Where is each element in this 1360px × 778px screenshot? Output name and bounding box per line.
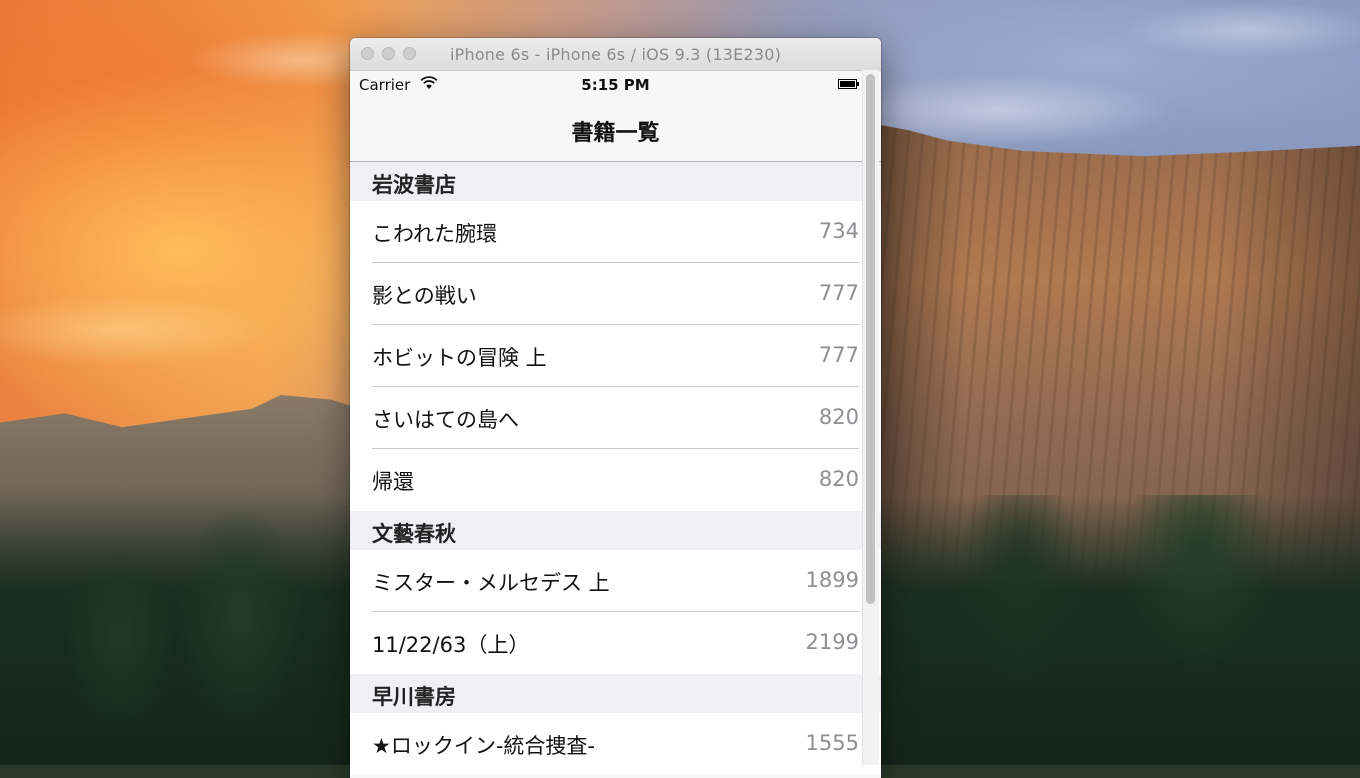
table-row[interactable]: ホビットの冒険 上 777: [350, 325, 881, 387]
row-detail: 1899: [805, 568, 859, 592]
table-row[interactable]: ★ロックイン-統合捜査- 1555: [350, 713, 881, 775]
status-bar: Carrier 5:15 PM: [350, 71, 881, 97]
row-detail: 820: [818, 467, 859, 491]
table-row[interactable]: ミスター・メルセデス 上 1899: [350, 550, 881, 612]
device-screen: Carrier 5:15 PM 書籍一覧 岩波書店 こわれた腕環 734 影との…: [350, 71, 881, 778]
section-header: 文藝春秋: [350, 511, 881, 550]
row-title: こわれた腕環: [372, 222, 497, 246]
section-header: 早川書房: [350, 674, 881, 713]
row-detail: 777: [818, 343, 859, 367]
row-title: ホビットの冒険 上: [372, 346, 547, 370]
scrollbar-thumb[interactable]: [866, 74, 875, 604]
row-detail: 1555: [805, 731, 859, 755]
section-header: 岩波書店: [350, 162, 881, 201]
row-title: 影との戦い: [372, 284, 477, 308]
status-time: 5:15 PM: [581, 76, 650, 94]
table-row[interactable]: 影との戦い 777: [350, 263, 881, 325]
window-titlebar[interactable]: iPhone 6s - iPhone 6s / iOS 9.3 (13E230): [350, 38, 881, 71]
row-detail: 2199: [805, 630, 859, 654]
table-row[interactable]: 帰還 820: [350, 449, 881, 511]
nav-title: 書籍一覧: [571, 121, 660, 146]
section-header-label: 文藝春秋: [372, 522, 456, 546]
row-title: ミスター・メルセデス 上: [372, 571, 610, 595]
section-header-label: 岩波書店: [372, 173, 456, 197]
row-detail: 777: [818, 281, 859, 305]
window-title: iPhone 6s - iPhone 6s / iOS 9.3 (13E230): [449, 45, 782, 64]
table-row[interactable]: さいはての島へ 820: [350, 387, 881, 449]
book-table[interactable]: 岩波書店 こわれた腕環 734 影との戦い 777 ホビットの冒険 上 777 …: [350, 162, 881, 775]
row-title: さいはての島へ: [372, 408, 519, 432]
battery-icon: [838, 79, 859, 89]
row-title: 帰還: [372, 470, 414, 494]
row-title: 11/22/63（上）: [372, 633, 530, 657]
row-detail: 734: [818, 219, 859, 243]
navigation-bar: 書籍一覧: [350, 97, 881, 162]
table-row[interactable]: 11/22/63（上） 2199: [350, 612, 881, 674]
table-row[interactable]: こわれた腕環 734: [350, 201, 881, 263]
section-header-label: 早川書房: [372, 685, 456, 709]
simulator-window: iPhone 6s - iPhone 6s / iOS 9.3 (13E230)…: [350, 38, 881, 778]
row-title: ★ロックイン-統合捜査-: [372, 734, 595, 758]
row-detail: 820: [818, 405, 859, 429]
